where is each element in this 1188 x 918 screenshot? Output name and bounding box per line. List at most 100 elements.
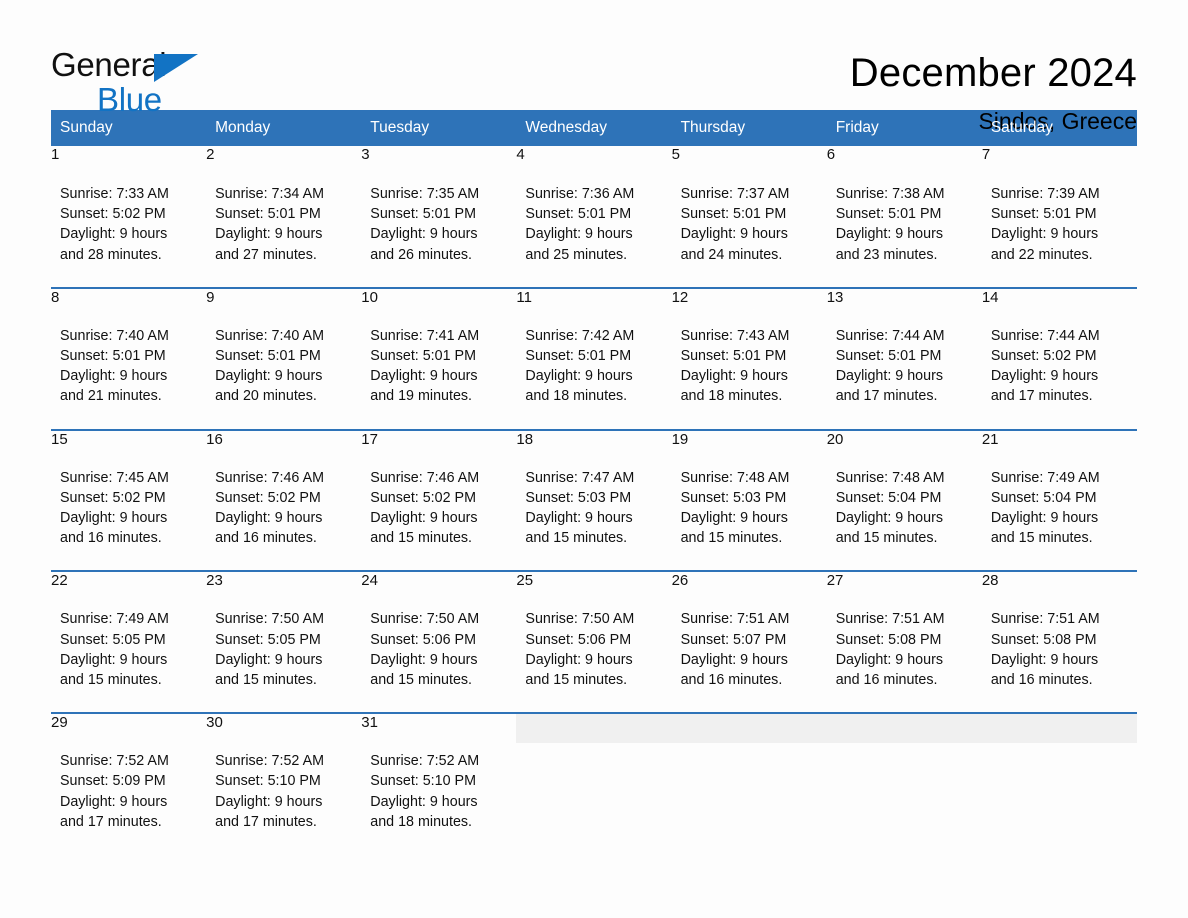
day-number-cell[interactable]: 30: [206, 713, 362, 744]
week-daynumber-row: 15 16 17 18 19 20 21: [51, 429, 1137, 460]
day-cell[interactable]: Sunrise: 7:45 AM Sunset: 5:02 PM Daylight:…: [51, 459, 207, 559]
day-number-cell[interactable]: 2: [206, 146, 362, 176]
day-number-cell[interactable]: 28: [981, 571, 1137, 602]
day-details: Sunrise: 7:35 AM Sunset: 5:01 PM Daylight:…: [361, 176, 516, 275]
day-number-cell[interactable]: 4: [516, 146, 672, 176]
day-cell[interactable]: Sunrise: 7:50 AM Sunset: 5:05 PM Daylight:…: [206, 601, 362, 701]
daylight-text-line2: and 26 minutes.: [370, 246, 473, 263]
day-number-cell[interactable]: 27: [826, 571, 982, 602]
day-cell[interactable]: Sunrise: 7:35 AM Sunset: 5:01 PM Daylight:…: [361, 176, 517, 275]
day-cell[interactable]: Sunrise: 7:51 AM Sunset: 5:07 PM Daylight:…: [671, 601, 827, 701]
day-cell[interactable]: Sunrise: 7:50 AM Sunset: 5:06 PM Daylight:…: [516, 601, 672, 701]
day-details: Sunrise: 7:44 AM Sunset: 5:02 PM Daylight:…: [982, 318, 1137, 417]
day-number-cell[interactable]: 20: [826, 429, 982, 460]
day-cell[interactable]: Sunrise: 7:50 AM Sunset: 5:06 PM Daylight:…: [361, 601, 517, 701]
day-cell[interactable]: Sunrise: 7:51 AM Sunset: 5:08 PM Daylight:…: [981, 601, 1137, 701]
daylight-text-line2: and 15 minutes.: [370, 530, 473, 547]
day-number-cell[interactable]: 9: [206, 287, 362, 318]
generalblue-logo[interactable]: General Blue: [51, 48, 201, 117]
day-number-cell[interactable]: 18: [516, 429, 672, 460]
day-cell[interactable]: Sunrise: 7:51 AM Sunset: 5:08 PM Daylight:…: [826, 601, 982, 701]
sunset-text: Sunset: 5:04 PM: [835, 489, 942, 506]
day-cell[interactable]: Sunrise: 7:39 AM Sunset: 5:01 PM Daylight:…: [981, 176, 1137, 275]
day-cell[interactable]: Sunrise: 7:49 AM Sunset: 5:05 PM Daylight:…: [51, 601, 207, 701]
day-number-cell[interactable]: 17: [361, 429, 517, 460]
day-cell[interactable]: Sunrise: 7:42 AM Sunset: 5:01 PM Daylight:…: [516, 317, 672, 417]
weekday-header-thursday: Thursday: [671, 110, 827, 146]
day-number-cell[interactable]: 29: [51, 713, 207, 744]
week-daynumber-row: 8 9 10 11 12 13 14: [51, 287, 1137, 318]
day-number-cell[interactable]: 7: [981, 146, 1137, 176]
day-number-cell[interactable]: 21: [981, 429, 1137, 460]
day-number-cell[interactable]: 31: [361, 713, 517, 744]
day-number-cell[interactable]: 8: [51, 287, 207, 318]
day-number-cell[interactable]: 23: [206, 571, 362, 602]
empty-day-cell: [826, 743, 982, 843]
daylight-text-line1: Daylight: 9 hours: [60, 226, 168, 243]
day-cell[interactable]: Sunrise: 7:48 AM Sunset: 5:04 PM Daylight:…: [826, 459, 982, 559]
day-number-cell[interactable]: 1: [51, 146, 207, 176]
day-number-cell[interactable]: 3: [361, 146, 517, 176]
sunrise-text: Sunrise: 7:43 AM: [680, 327, 790, 344]
sunset-text: Sunset: 5:02 PM: [215, 489, 321, 506]
day-cell[interactable]: Sunrise: 7:48 AM Sunset: 5:03 PM Daylight:…: [671, 459, 827, 559]
day-details: Sunrise: 7:51 AM Sunset: 5:08 PM Daylight:…: [827, 601, 982, 700]
day-details: Sunrise: 7:50 AM Sunset: 5:06 PM Daylight:…: [516, 601, 671, 700]
sunrise-sunset-calendar-table: Sunday Monday Tuesday Wednesday Thursday…: [51, 110, 1137, 843]
day-number-cell[interactable]: 10: [361, 287, 517, 318]
day-cell[interactable]: Sunrise: 7:41 AM Sunset: 5:01 PM Daylight:…: [361, 317, 517, 417]
day-number-cell[interactable]: 12: [671, 287, 827, 318]
daylight-text-line2: and 24 minutes.: [680, 246, 783, 263]
day-number-cell[interactable]: 26: [671, 571, 827, 602]
day-number-cell[interactable]: 24: [361, 571, 517, 602]
day-cell[interactable]: Sunrise: 7:44 AM Sunset: 5:02 PM Daylight:…: [981, 317, 1137, 417]
daylight-text-line2: and 15 minutes.: [990, 530, 1093, 547]
sunset-text: Sunset: 5:02 PM: [370, 489, 476, 506]
daylight-text-line1: Daylight: 9 hours: [990, 651, 1099, 668]
day-cell[interactable]: Sunrise: 7:46 AM Sunset: 5:02 PM Daylight:…: [361, 459, 517, 559]
daylight-text-line1: Daylight: 9 hours: [215, 510, 323, 527]
day-details: Sunrise: 7:45 AM Sunset: 5:02 PM Daylight:…: [51, 460, 206, 559]
day-cell[interactable]: Sunrise: 7:40 AM Sunset: 5:01 PM Daylight:…: [51, 317, 207, 417]
day-cell[interactable]: Sunrise: 7:46 AM Sunset: 5:02 PM Daylight:…: [206, 459, 362, 559]
sunrise-text: Sunrise: 7:51 AM: [835, 611, 945, 628]
day-number-cell[interactable]: 22: [51, 571, 207, 602]
day-number-cell[interactable]: 13: [826, 287, 982, 318]
day-cell[interactable]: Sunrise: 7:40 AM Sunset: 5:01 PM Daylight:…: [206, 317, 362, 417]
day-cell[interactable]: Sunrise: 7:43 AM Sunset: 5:01 PM Daylight:…: [671, 317, 827, 417]
day-details: Sunrise: 7:52 AM Sunset: 5:10 PM Daylight:…: [361, 743, 516, 842]
day-cell[interactable]: Sunrise: 7:49 AM Sunset: 5:04 PM Daylight:…: [981, 459, 1137, 559]
day-cell[interactable]: Sunrise: 7:33 AM Sunset: 5:02 PM Daylight:…: [51, 176, 207, 275]
sunset-text: Sunset: 5:01 PM: [680, 206, 787, 223]
daylight-text-line1: Daylight: 9 hours: [215, 793, 323, 810]
day-number-cell[interactable]: 14: [981, 287, 1137, 318]
day-number-cell[interactable]: 25: [516, 571, 672, 602]
day-number-cell[interactable]: 6: [826, 146, 982, 176]
day-cell[interactable]: Sunrise: 7:37 AM Sunset: 5:01 PM Daylight:…: [671, 176, 827, 275]
day-number-cell[interactable]: 15: [51, 429, 207, 460]
daylight-text-line2: and 15 minutes.: [525, 672, 628, 689]
day-cell[interactable]: Sunrise: 7:44 AM Sunset: 5:01 PM Daylight:…: [826, 317, 982, 417]
day-cell[interactable]: Sunrise: 7:34 AM Sunset: 5:01 PM Daylight:…: [206, 176, 362, 275]
day-number-cell[interactable]: 5: [671, 146, 827, 176]
day-cell[interactable]: Sunrise: 7:38 AM Sunset: 5:01 PM Daylight:…: [826, 176, 982, 275]
daylight-text-line2: and 27 minutes.: [215, 246, 317, 263]
sunset-text: Sunset: 5:06 PM: [525, 631, 632, 648]
sunrise-text: Sunrise: 7:40 AM: [60, 327, 169, 344]
day-cell[interactable]: Sunrise: 7:52 AM Sunset: 5:10 PM Daylight:…: [361, 743, 517, 843]
page-title: December 2024: [849, 51, 1137, 95]
sunset-text: Sunset: 5:07 PM: [680, 631, 787, 648]
week-separator: [51, 558, 1137, 573]
day-cell[interactable]: Sunrise: 7:52 AM Sunset: 5:09 PM Daylight:…: [51, 743, 207, 843]
week-daynumber-row: 1234567: [51, 146, 1137, 176]
day-number-cell[interactable]: 11: [516, 287, 672, 318]
sunset-text: Sunset: 5:01 PM: [525, 206, 632, 223]
daylight-text-line1: Daylight: 9 hours: [525, 368, 633, 385]
sunset-text: Sunset: 5:02 PM: [60, 206, 166, 223]
day-cell[interactable]: Sunrise: 7:52 AM Sunset: 5:10 PM Daylight:…: [206, 743, 362, 843]
day-number-cell[interactable]: 16: [206, 429, 362, 460]
week-info-row: Sunrise: 7:33 AM Sunset: 5:02 PM Daylight:…: [51, 176, 1137, 275]
day-cell[interactable]: Sunrise: 7:47 AM Sunset: 5:03 PM Daylight:…: [516, 459, 672, 559]
day-cell[interactable]: Sunrise: 7:36 AM Sunset: 5:01 PM Daylight:…: [516, 176, 672, 275]
day-number-cell[interactable]: 19: [671, 429, 827, 460]
